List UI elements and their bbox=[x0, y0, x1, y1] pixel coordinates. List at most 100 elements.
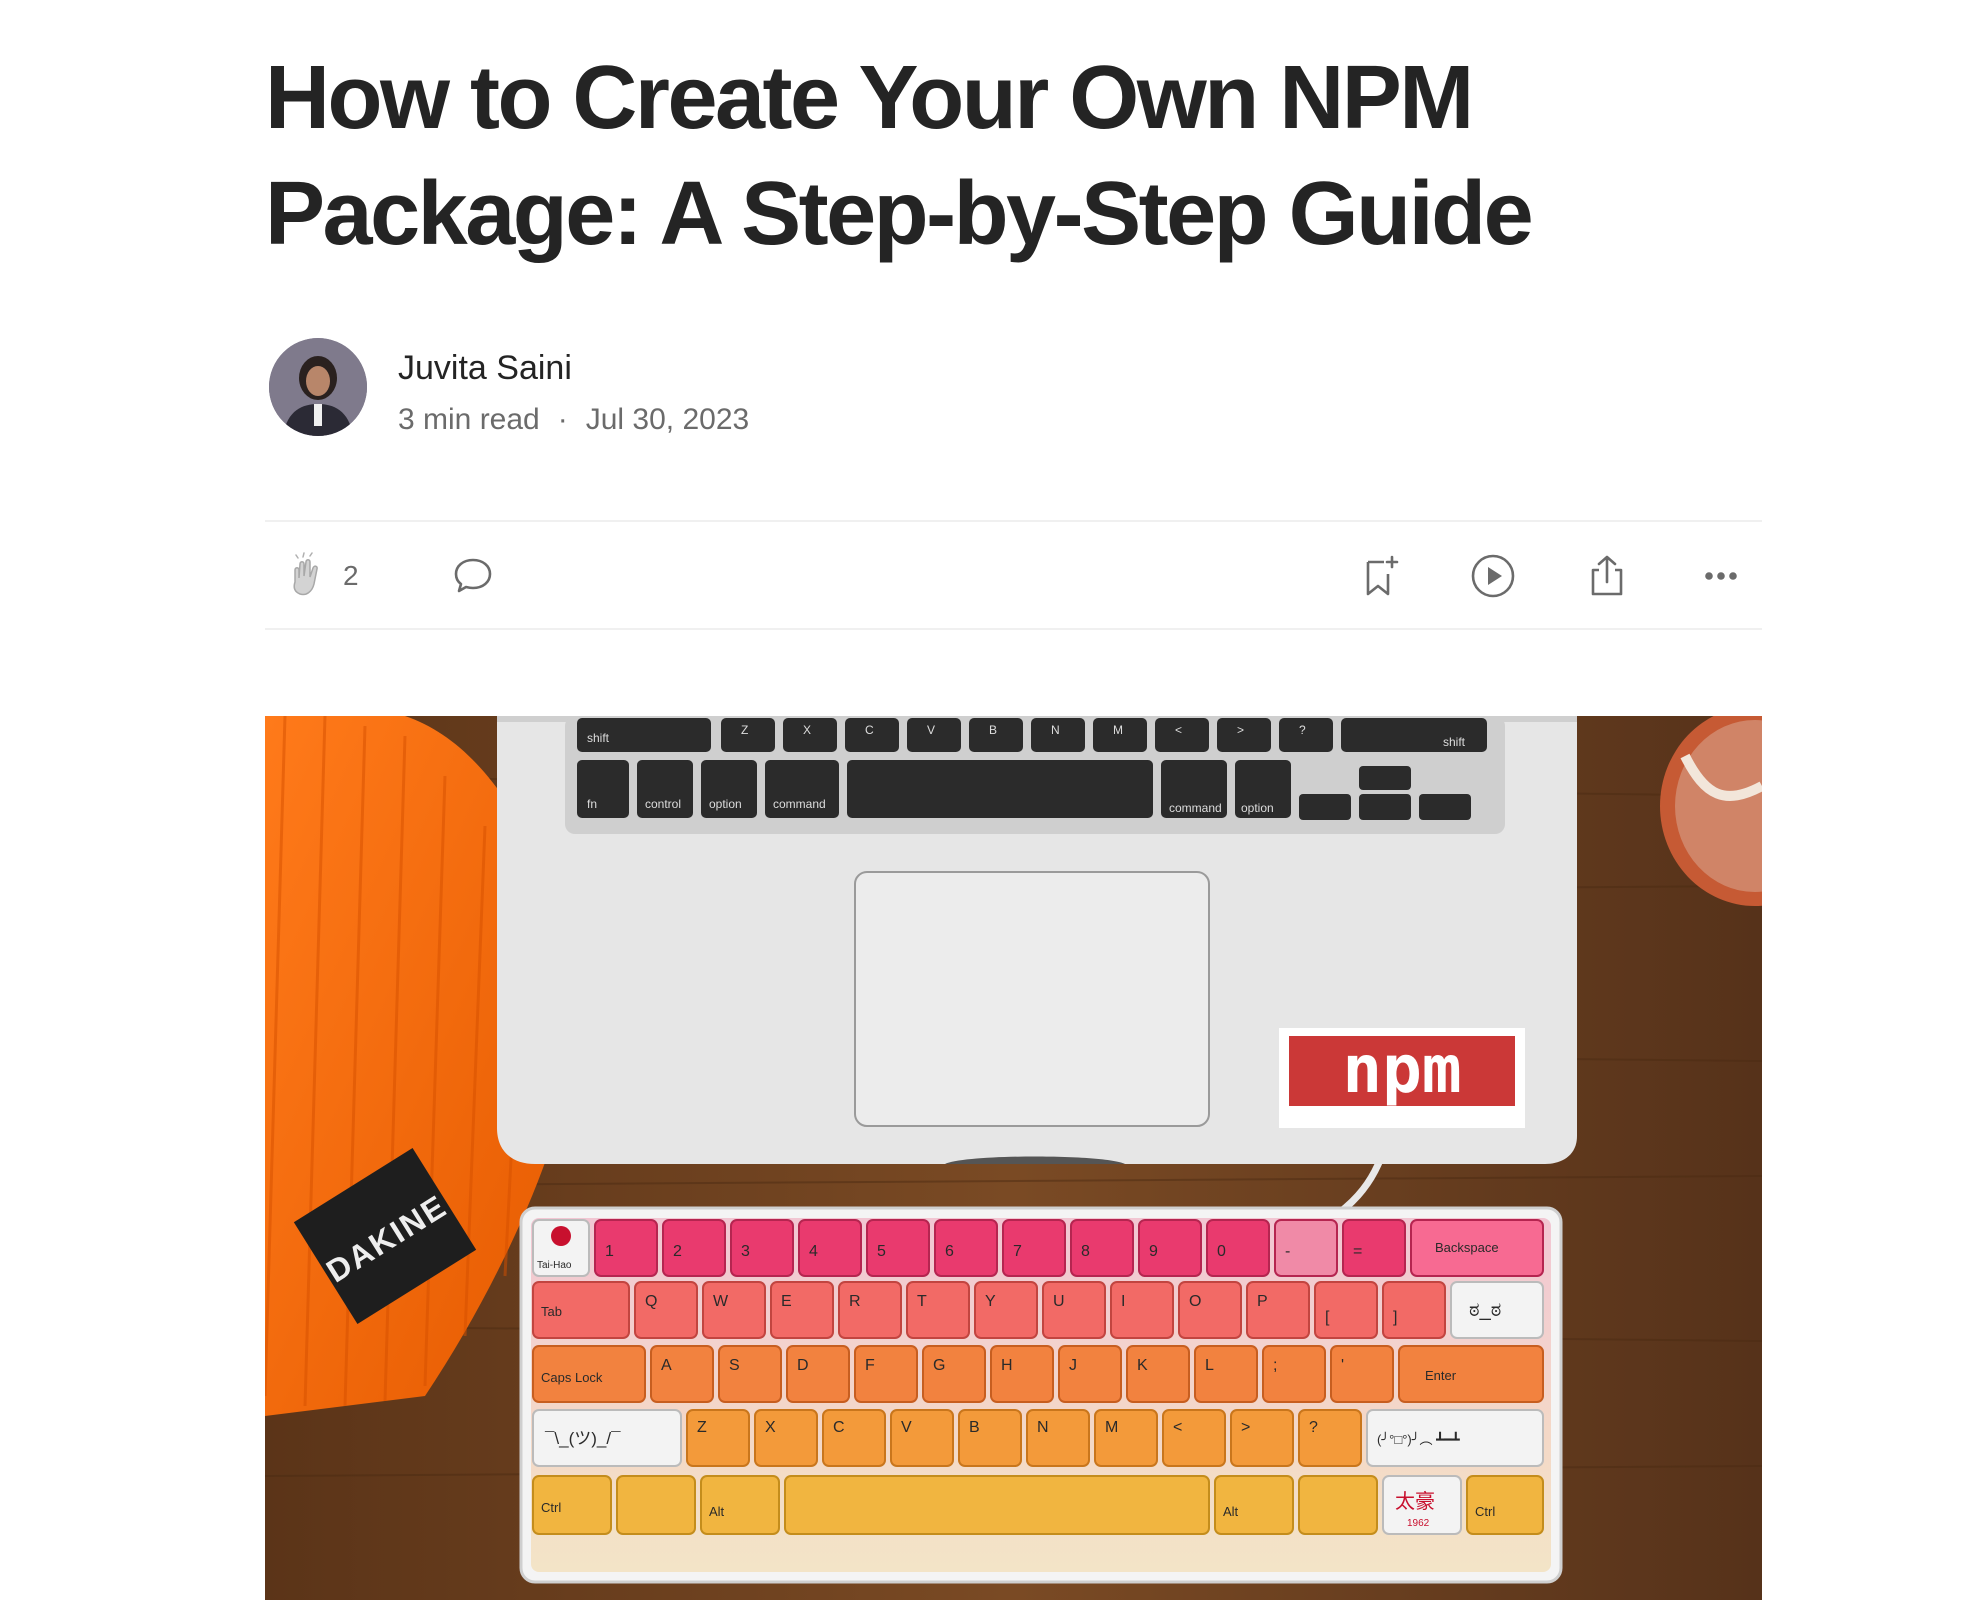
mechanical-keyboard: Tai-Hao 1 2 3 4 5 6 7 8 9 0 - = Backspac… bbox=[519, 1206, 1563, 1584]
svg-text:option: option bbox=[1241, 801, 1274, 815]
svg-text:T: T bbox=[917, 1293, 927, 1310]
svg-text:1: 1 bbox=[605, 1243, 614, 1260]
clap-count: 2 bbox=[343, 560, 359, 591]
svg-text:A: A bbox=[661, 1357, 672, 1374]
svg-text:太豪: 太豪 bbox=[1395, 1490, 1435, 1513]
svg-text:fn: fn bbox=[587, 797, 597, 811]
svg-text:ಠ_ಠ: ಠ_ಠ bbox=[1469, 1299, 1501, 1321]
bookmark-add-icon[interactable] bbox=[1358, 552, 1406, 600]
svg-text:K: K bbox=[1137, 1357, 1148, 1374]
svg-text:-: - bbox=[1285, 1243, 1290, 1260]
svg-text:>: > bbox=[1241, 1419, 1250, 1436]
svg-text:=: = bbox=[1353, 1243, 1362, 1260]
svg-text:]: ] bbox=[1393, 1309, 1397, 1326]
article-title: How to Create Your Own NPM Package: A St… bbox=[265, 48, 1534, 264]
svg-text:9: 9 bbox=[1149, 1243, 1158, 1260]
svg-text:M: M bbox=[1105, 1419, 1118, 1436]
action-bar: 2 bbox=[265, 520, 1762, 630]
svg-text:B: B bbox=[989, 723, 997, 737]
byline: Juvita Saini 3 min read · Jul 30, 2023 bbox=[269, 338, 1069, 438]
svg-text:[: [ bbox=[1325, 1309, 1330, 1326]
clap-icon[interactable] bbox=[283, 552, 331, 600]
hero-illustration: D A K I N E shift Z X C V B N M < > ? shift f… bbox=[265, 716, 1762, 1600]
svg-text:R: R bbox=[849, 1293, 861, 1310]
svg-text:N: N bbox=[1051, 723, 1060, 737]
svg-text:1962: 1962 bbox=[1407, 1518, 1430, 1529]
svg-text:control: control bbox=[645, 797, 681, 811]
svg-text:0: 0 bbox=[1217, 1243, 1226, 1260]
svg-text:3: 3 bbox=[741, 1243, 750, 1260]
author-name[interactable]: Juvita Saini bbox=[398, 348, 572, 388]
svg-text:option: option bbox=[709, 797, 742, 811]
svg-text:X: X bbox=[803, 723, 811, 737]
svg-text:Alt: Alt bbox=[1223, 1504, 1239, 1519]
svg-text:U: U bbox=[1053, 1293, 1065, 1310]
svg-text:shift: shift bbox=[587, 731, 610, 745]
svg-text:V: V bbox=[901, 1419, 912, 1436]
laptop: shift Z X C V B N M < > ? shift fn contr… bbox=[497, 716, 1577, 1164]
svg-text:': ' bbox=[1341, 1357, 1344, 1374]
svg-text:E: E bbox=[781, 1293, 792, 1310]
svg-text:O: O bbox=[1189, 1293, 1201, 1310]
svg-text:Q: Q bbox=[645, 1293, 657, 1310]
svg-text:I: I bbox=[1121, 1293, 1125, 1310]
play-icon[interactable] bbox=[1469, 552, 1517, 600]
comment-icon[interactable] bbox=[449, 552, 497, 600]
svg-text:?: ? bbox=[1309, 1419, 1318, 1436]
publish-date: Jul 30, 2023 bbox=[585, 403, 750, 436]
svg-text:V: V bbox=[927, 723, 935, 737]
svg-text:command: command bbox=[773, 797, 826, 811]
svg-text:command: command bbox=[1169, 801, 1222, 815]
svg-text:?: ? bbox=[1299, 723, 1306, 737]
svg-text:;: ; bbox=[1273, 1357, 1277, 1374]
svg-text:7: 7 bbox=[1013, 1243, 1022, 1260]
more-icon[interactable] bbox=[1697, 552, 1745, 600]
svg-text:C: C bbox=[865, 723, 874, 737]
svg-text:D: D bbox=[797, 1357, 809, 1374]
svg-text:Ctrl: Ctrl bbox=[1475, 1504, 1495, 1519]
svg-text:4: 4 bbox=[809, 1243, 818, 1260]
svg-text:Z: Z bbox=[697, 1419, 707, 1436]
svg-text:2: 2 bbox=[673, 1243, 682, 1260]
article-meta: 3 min read · Jul 30, 2023 bbox=[398, 400, 749, 440]
svg-text:Tab: Tab bbox=[541, 1304, 562, 1319]
svg-text:5: 5 bbox=[877, 1243, 886, 1260]
svg-text:Backspace: Backspace bbox=[1435, 1240, 1499, 1255]
avatar-portrait bbox=[269, 338, 367, 436]
trackpad bbox=[854, 871, 1210, 1127]
svg-text:M: M bbox=[1113, 723, 1123, 737]
meta-separator: · bbox=[557, 403, 568, 436]
read-time: 3 min read bbox=[398, 403, 540, 436]
svg-text:C: C bbox=[833, 1419, 845, 1436]
svg-text:Y: Y bbox=[985, 1293, 996, 1310]
svg-text:shift: shift bbox=[1443, 735, 1466, 749]
svg-text:B: B bbox=[969, 1419, 980, 1436]
svg-text:8: 8 bbox=[1081, 1243, 1090, 1260]
npm-sticker: npm bbox=[1279, 1028, 1525, 1128]
svg-text:¯\_(ツ)_/¯: ¯\_(ツ)_/¯ bbox=[544, 1429, 621, 1448]
svg-text:S: S bbox=[729, 1357, 740, 1374]
author-avatar[interactable] bbox=[269, 338, 367, 436]
svg-text:F: F bbox=[865, 1357, 875, 1374]
svg-text:Caps Lock: Caps Lock bbox=[541, 1370, 603, 1385]
svg-text:X: X bbox=[765, 1419, 776, 1436]
svg-text:W: W bbox=[713, 1293, 729, 1310]
svg-text:N: N bbox=[1037, 1419, 1049, 1436]
svg-text:Enter: Enter bbox=[1425, 1368, 1457, 1383]
svg-text:Z: Z bbox=[741, 723, 748, 737]
taihao-badge bbox=[551, 1226, 571, 1246]
svg-text:Tai-Hao: Tai-Hao bbox=[537, 1260, 572, 1271]
share-icon[interactable] bbox=[1583, 552, 1631, 600]
svg-text:G: G bbox=[933, 1357, 945, 1374]
svg-text:npm: npm bbox=[1342, 1031, 1461, 1108]
svg-text:J: J bbox=[1069, 1357, 1077, 1374]
svg-text:(╯°□°)╯︵ ┻━┻: (╯°□°)╯︵ ┻━┻ bbox=[1377, 1431, 1460, 1447]
svg-text:<: < bbox=[1175, 723, 1182, 737]
svg-text:>: > bbox=[1237, 723, 1244, 737]
svg-text:P: P bbox=[1257, 1293, 1268, 1310]
svg-text:Alt: Alt bbox=[709, 1504, 725, 1519]
svg-text:L: L bbox=[1205, 1357, 1214, 1374]
svg-text:6: 6 bbox=[945, 1243, 954, 1260]
hero-image: D A K I N E shift Z X C V B N M < > ? shift f… bbox=[265, 716, 1762, 1600]
svg-text:Ctrl: Ctrl bbox=[541, 1500, 561, 1515]
